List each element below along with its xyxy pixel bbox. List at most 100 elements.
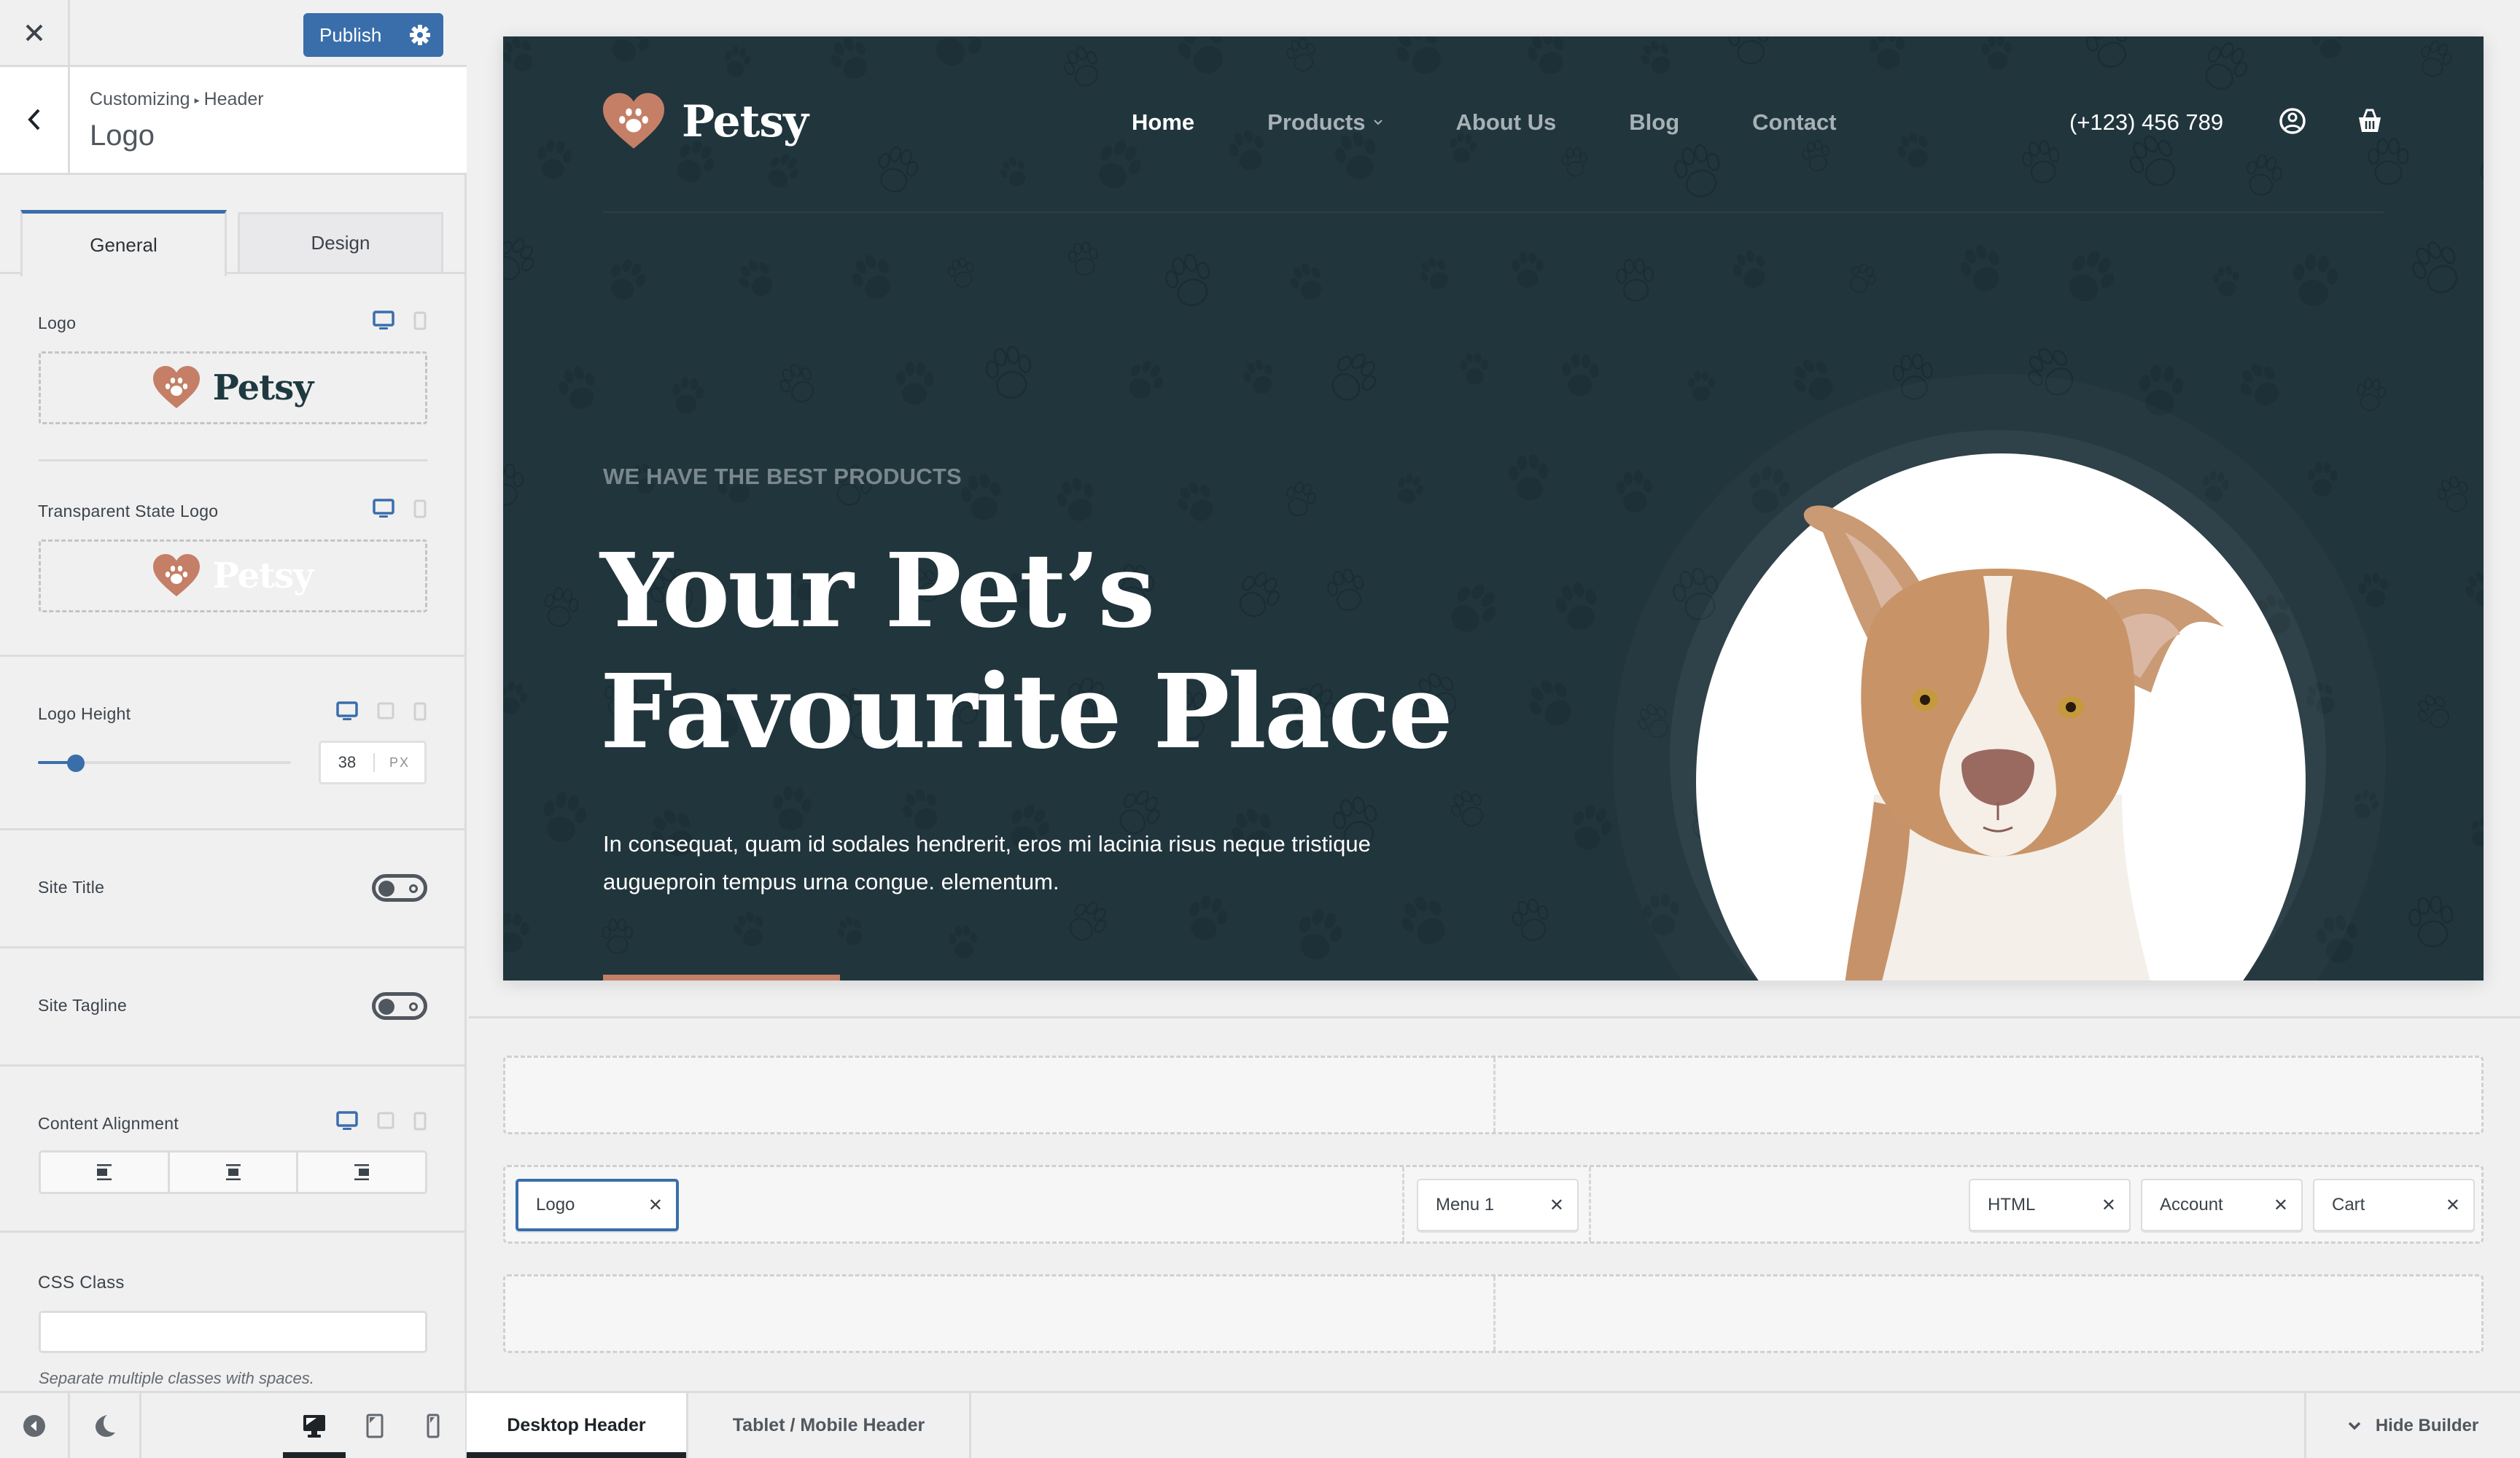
remove-icon[interactable]: ✕ bbox=[2101, 1195, 2116, 1216]
nav-label: Home bbox=[1132, 109, 1195, 135]
mobile-icon bbox=[427, 1414, 440, 1438]
cart-basket-icon[interactable] bbox=[2355, 106, 2384, 136]
tab-desktop-header[interactable]: Desktop Header bbox=[467, 1393, 688, 1458]
paw-print bbox=[768, 154, 799, 188]
section-title: Logo bbox=[90, 120, 155, 152]
hide-builder-button[interactable]: Hide Builder bbox=[2304, 1393, 2520, 1458]
paw-print bbox=[2368, 138, 2409, 185]
paw-print bbox=[1068, 241, 1098, 276]
desktop-icon[interactable] bbox=[373, 499, 394, 519]
logo-label: Logo bbox=[38, 313, 77, 332]
builder-row-top[interactable] bbox=[503, 1056, 2484, 1134]
paw-print bbox=[1555, 582, 1597, 631]
nav-label: About Us bbox=[1455, 109, 1557, 135]
site-preview[interactable]: Petsy Home Products About Us Blog Contac… bbox=[503, 36, 2484, 981]
logo-height-value[interactable]: 38 bbox=[321, 753, 375, 772]
nav-label: Contact bbox=[1752, 109, 1837, 135]
preview-desktop-button[interactable] bbox=[283, 1393, 346, 1458]
transparent-logo-upload[interactable]: Petsy bbox=[39, 539, 427, 612]
close-customizer-button[interactable] bbox=[0, 0, 70, 66]
paw-print bbox=[2240, 364, 2279, 406]
paw-print bbox=[1396, 36, 1441, 74]
paw-print bbox=[1069, 902, 1107, 941]
desktop-icon[interactable] bbox=[336, 701, 358, 722]
builder-item-logo[interactable]: Logo ✕ bbox=[516, 1179, 679, 1231]
paw-print bbox=[1674, 144, 1720, 198]
nav-item-contact[interactable]: Contact bbox=[1752, 109, 1836, 136]
align-left-button[interactable] bbox=[41, 1153, 168, 1192]
account-icon[interactable] bbox=[2278, 106, 2307, 136]
paw-print bbox=[1512, 898, 1549, 941]
paw-print bbox=[1178, 36, 1224, 74]
builder-row-main[interactable]: Logo ✕ Menu 1 ✕ HTML ✕ Account ✕ Cart ✕ bbox=[503, 1165, 2484, 1244]
preview-mobile-button[interactable] bbox=[404, 1393, 462, 1458]
remove-icon[interactable]: ✕ bbox=[648, 1195, 663, 1216]
paw-print bbox=[544, 587, 579, 627]
css-class-input[interactable] bbox=[39, 1311, 427, 1353]
mobile-icon[interactable] bbox=[413, 499, 427, 518]
breadcrumb-parent: Header bbox=[203, 89, 264, 109]
transparent-logo-device-switcher bbox=[373, 499, 427, 519]
remove-icon[interactable]: ✕ bbox=[2274, 1195, 2288, 1216]
builder-item-menu-1[interactable]: Menu 1 ✕ bbox=[1417, 1179, 1579, 1231]
heart-paw-logo-icon bbox=[152, 366, 200, 408]
tab-tablet-mobile-header[interactable]: Tablet / Mobile Header bbox=[688, 1393, 971, 1458]
nav-item-about-us[interactable]: About Us bbox=[1456, 109, 1557, 136]
nav-item-blog[interactable]: Blog bbox=[1629, 109, 1679, 136]
tablet-icon[interactable] bbox=[377, 702, 394, 721]
builder-row-bottom[interactable] bbox=[503, 1274, 2484, 1353]
collapse-sidebar-button[interactable] bbox=[0, 1393, 70, 1458]
divider bbox=[0, 1064, 464, 1067]
paw-print bbox=[779, 364, 814, 402]
paw-print bbox=[2358, 572, 2389, 607]
header-divider bbox=[603, 211, 2384, 213]
publish-button[interactable]: Publish bbox=[303, 13, 443, 57]
site-logo[interactable]: Petsy bbox=[603, 93, 809, 151]
paw-print bbox=[672, 377, 704, 414]
mobile-icon[interactable] bbox=[413, 1112, 427, 1131]
paw-print bbox=[2308, 462, 2338, 496]
tab-general[interactable]: General bbox=[20, 210, 227, 276]
paw-print bbox=[1512, 252, 1544, 288]
desktop-icon bbox=[303, 1414, 325, 1438]
tablet-icon[interactable] bbox=[377, 1112, 394, 1131]
logo-height-input[interactable]: 38 PX bbox=[319, 741, 427, 784]
paw-print bbox=[724, 46, 751, 77]
logo-height-unit[interactable]: PX bbox=[375, 755, 424, 771]
logo-upload[interactable]: Petsy bbox=[39, 351, 427, 424]
logo-height-slider[interactable] bbox=[38, 755, 291, 772]
align-center-button[interactable] bbox=[167, 1153, 297, 1192]
builder-item-cart[interactable]: Cart ✕ bbox=[2313, 1179, 2475, 1231]
desktop-icon[interactable] bbox=[373, 311, 394, 331]
paw-print bbox=[2022, 140, 2060, 184]
slider-thumb[interactable] bbox=[67, 755, 85, 772]
paw-print bbox=[1286, 481, 1316, 516]
mobile-icon[interactable] bbox=[413, 311, 427, 330]
dark-mode-button[interactable] bbox=[70, 1393, 141, 1458]
site-tagline-toggle[interactable] bbox=[372, 992, 427, 1020]
paw-print bbox=[1165, 254, 1210, 307]
remove-icon[interactable]: ✕ bbox=[1549, 1195, 1564, 1216]
mobile-icon[interactable] bbox=[413, 702, 427, 721]
tab-design[interactable]: Design bbox=[238, 212, 443, 274]
nav-item-products[interactable]: Products bbox=[1267, 109, 1382, 136]
desktop-icon[interactable] bbox=[336, 1111, 358, 1131]
toggle-knob bbox=[378, 881, 394, 897]
paw-print bbox=[1616, 258, 1654, 302]
paw-print bbox=[1850, 263, 1876, 293]
paw-print bbox=[1334, 131, 1376, 180]
back-button[interactable] bbox=[0, 67, 70, 175]
nav-label: Products bbox=[1267, 109, 1366, 135]
preview-tablet-button[interactable] bbox=[346, 1393, 404, 1458]
hero-title: Your Pet’s Favourite Place bbox=[600, 531, 1475, 773]
publish-label: Publish bbox=[319, 23, 382, 46]
site-title-toggle[interactable] bbox=[372, 874, 427, 902]
nav-item-home[interactable]: Home bbox=[1132, 109, 1194, 136]
builder-item-account[interactable]: Account ✕ bbox=[2141, 1179, 2303, 1231]
customizer-sidebar: Publish Customizing ▸ Header Logo General … bbox=[0, 0, 467, 1458]
remove-icon[interactable]: ✕ bbox=[2446, 1195, 2460, 1216]
gear-icon[interactable] bbox=[408, 23, 432, 47]
builder-item-html[interactable]: HTML ✕ bbox=[1969, 1179, 2131, 1231]
align-right-button[interactable] bbox=[296, 1153, 425, 1192]
paw-print bbox=[1299, 908, 1342, 960]
